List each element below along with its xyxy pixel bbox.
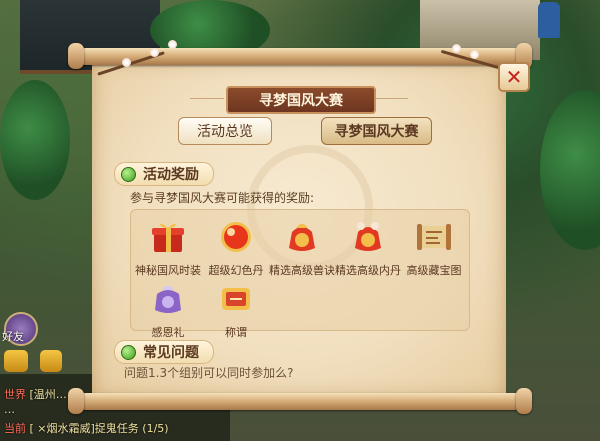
tree [0, 80, 70, 200]
rewards-section-header: 活动奖励 [114, 162, 214, 186]
friends-label: 好友 [2, 330, 24, 343]
microphone-icon[interactable] [40, 350, 62, 372]
chat-line: 世界 [温州… [4, 388, 67, 401]
reward-item[interactable]: 精选高级内丹 [335, 218, 401, 278]
reward-item[interactable]: 精选高级兽诀 [269, 218, 335, 278]
title-plaque-icon [222, 288, 250, 310]
reward-item[interactable]: 神秘国风时装 [135, 218, 201, 278]
reward-item[interactable]: 高级藏宝图 [401, 218, 467, 278]
blossom-decoration [452, 44, 461, 53]
title-divider [374, 98, 408, 99]
rod-knob [68, 43, 84, 69]
blossom-decoration [150, 48, 159, 57]
blossom-decoration [168, 40, 177, 49]
rewards-description: 参与寻梦国风大赛可能获得的奖励: [130, 191, 315, 205]
treasure-map-icon [417, 224, 451, 250]
gift-pouch-icon [155, 286, 181, 313]
reward-item[interactable]: 感恩礼 [135, 280, 201, 340]
lucky-bag-icon [289, 224, 315, 251]
rod-knob [516, 388, 532, 414]
gift-box-icon [152, 223, 184, 252]
reward-item[interactable]: 称谓 [203, 280, 269, 340]
orb-icon [221, 222, 251, 252]
rewards-grid: 神秘国风时装 超级幻色丹 精选高级兽诀 精选高级内丹 高级藏宝图 感恩礼 称谓 [130, 209, 470, 339]
npc-character[interactable] [538, 2, 560, 38]
tab-contest[interactable]: 寻梦国风大赛 [321, 117, 432, 145]
dialog-title-banner: 寻梦国风大赛 [226, 86, 376, 114]
blossom-decoration [122, 58, 131, 67]
blossom-decoration [470, 50, 479, 59]
dialog-title: 寻梦国风大赛 [259, 93, 343, 109]
tree [540, 90, 600, 250]
faq-question[interactable]: 问题1.3个组别可以同时参加么? [124, 364, 293, 381]
chat-line: 当前 [ ×烟水霜威]捉鬼任务 (1/5) [4, 422, 169, 435]
tab-activity-overview[interactable]: 活动总览 [178, 117, 272, 145]
section-bullet-icon [121, 345, 136, 360]
chat-icon[interactable] [4, 350, 28, 372]
chat-line: … [4, 403, 15, 416]
close-button[interactable]: ✕ [498, 62, 530, 92]
section-bullet-icon [121, 167, 136, 182]
title-divider [190, 98, 224, 99]
rod-knob [68, 388, 84, 414]
lucky-bag-icon [355, 222, 381, 251]
scroll-rod-bottom [68, 388, 532, 414]
reward-item[interactable]: 超级幻色丹 [203, 218, 269, 278]
faq-section-header: 常见问题 [114, 340, 214, 364]
close-icon: ✕ [505, 65, 523, 89]
